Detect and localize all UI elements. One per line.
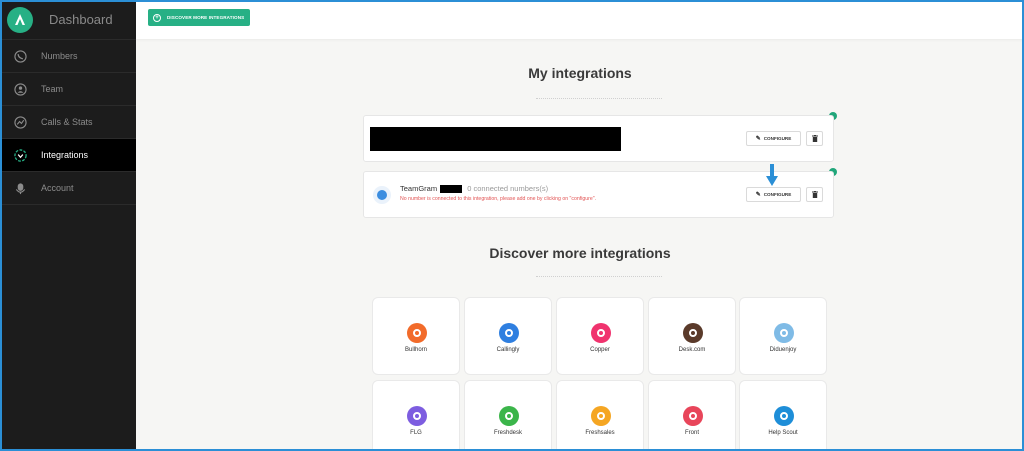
front-icon (683, 406, 703, 426)
integrations-icon (13, 148, 27, 162)
sidebar-item-integrations[interactable]: Integrations (0, 139, 136, 172)
configure-label: CONFIGURE (763, 192, 792, 197)
pencil-icon: ✎ (755, 192, 761, 198)
integration-tile-label: Front (684, 430, 699, 436)
redacted-integration-name (370, 127, 621, 151)
plus-circle-icon: + (153, 13, 161, 22)
desk-icon (683, 323, 703, 343)
sidebar-item-account[interactable]: Account (0, 172, 136, 205)
freshdesk-icon (499, 406, 519, 426)
integration-name: TeamGram (400, 184, 438, 193)
integration-tile-front[interactable]: Front (648, 380, 736, 451)
integration-card: ✎ CONFIGURE (363, 115, 834, 162)
sidebar-item-team[interactable]: Team (0, 73, 136, 106)
integration-tile-flg[interactable]: FLG (372, 380, 460, 451)
discover-more-integrations-button[interactable]: + DISCOVER MORE INTEGRATIONS (148, 9, 251, 26)
phone-icon (13, 49, 27, 63)
arrow-down-icon (766, 164, 778, 186)
integration-tile-label: Desk.com (678, 347, 706, 353)
sidebar-item-label: Calls & Stats (41, 117, 93, 127)
flg-icon (407, 406, 427, 426)
top-bar: + DISCOVER MORE INTEGRATIONS (136, 0, 1024, 39)
callingly-icon (499, 323, 519, 343)
integration-tile-label: Freshsales (585, 430, 615, 436)
integration-tile-label: FLG (410, 430, 422, 436)
integration-tile-label: Help Scout (768, 430, 798, 436)
my-integrations-title: My integrations (528, 65, 632, 81)
integration-tile-label: Callingly (496, 347, 520, 353)
sidebar-item-label: Integrations (41, 150, 89, 160)
title-divider (536, 98, 662, 99)
configure-button[interactable]: ✎ CONFIGURE (746, 187, 801, 202)
title-divider (536, 276, 662, 277)
copper-icon (591, 323, 611, 343)
integration-tile-desk-com[interactable]: Desk.com (648, 297, 736, 375)
bullhorn-icon (407, 323, 427, 343)
app-logo-icon[interactable] (7, 6, 33, 33)
sidebar-item-numbers[interactable]: Numbers (0, 40, 136, 73)
user-icon (13, 82, 27, 96)
integration-warning: No number is connected to this integrati… (400, 196, 597, 202)
integration-tile-freshsales[interactable]: Freshsales (556, 380, 644, 451)
delete-button[interactable] (806, 131, 823, 146)
integration-tile-label: Freshdesk (493, 430, 522, 436)
stats-icon (13, 115, 27, 129)
teamgram-icon (373, 186, 391, 204)
integration-tile-diduenjoy[interactable]: Diduenjoy (739, 297, 827, 375)
configure-label: CONFIGURE (763, 136, 792, 141)
brand-header: Dashboard (0, 0, 136, 40)
configure-button[interactable]: ✎ CONFIGURE (746, 131, 801, 146)
discover-button-label: DISCOVER MORE INTEGRATIONS (167, 15, 245, 20)
sidebar-item-label: Numbers (41, 51, 78, 61)
delete-button[interactable] (806, 187, 823, 202)
integration-card-teamgram: TeamGram 0 connected numbers(s) No numbe… (363, 171, 834, 218)
pencil-icon: ✎ (755, 136, 761, 142)
integration-tile-copper[interactable]: Copper (556, 297, 644, 375)
redacted-label (440, 185, 463, 194)
account-icon (13, 181, 27, 195)
sidebar-item-label: Team (41, 84, 64, 94)
integration-tile-bullhorn[interactable]: Bullhorn (372, 297, 460, 375)
discover-integrations-title: Discover more integrations (489, 245, 671, 261)
integration-tile-callingly[interactable]: Callingly (464, 297, 552, 375)
connected-numbers-count: 0 connected numbers(s) (467, 184, 549, 193)
integration-tile-label: Diduenjoy (769, 347, 797, 353)
diduenjoy-icon (774, 323, 794, 343)
freshsales-icon (591, 406, 611, 426)
integration-tile-label: Copper (590, 347, 610, 353)
integration-tile-label: Bullhorn (404, 347, 427, 353)
sidebar: Dashboard Numbers Team Calls & Stats Int… (0, 0, 136, 451)
integration-tile-help-scout[interactable]: Help Scout (739, 380, 827, 451)
trash-icon (811, 135, 818, 142)
integration-name-line: TeamGram 0 connected numbers(s) (400, 184, 549, 194)
integration-tile-freshdesk[interactable]: Freshdesk (464, 380, 552, 451)
helpscout-icon (774, 406, 794, 426)
trash-icon (811, 191, 818, 198)
brand-title[interactable]: Dashboard (49, 12, 113, 27)
sidebar-item-label: Account (41, 183, 74, 193)
sidebar-item-calls-stats[interactable]: Calls & Stats (0, 106, 136, 139)
